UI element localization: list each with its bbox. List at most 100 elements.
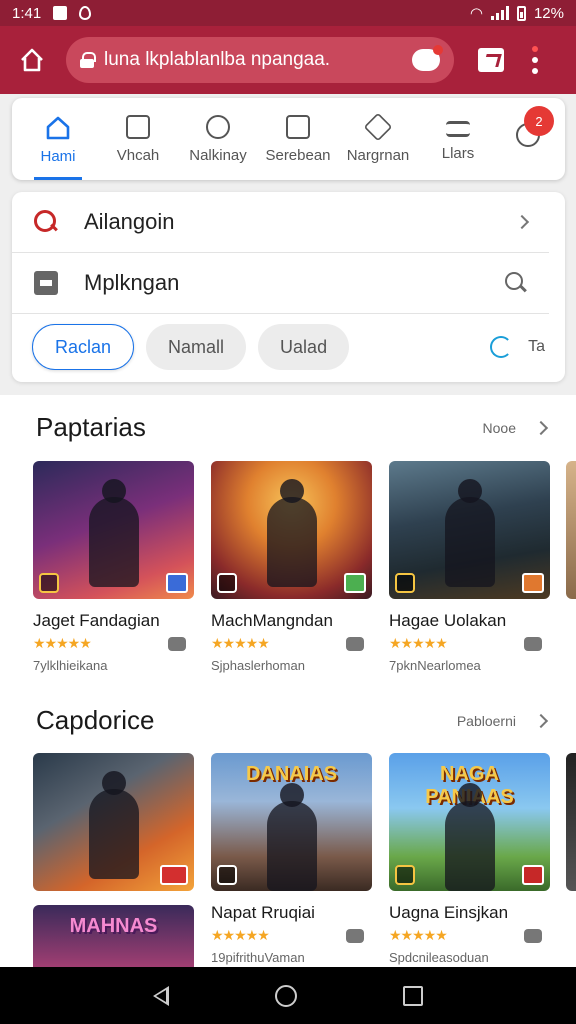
section-header: Paptarias Nooe — [36, 412, 549, 443]
tab-label: Serebean — [265, 146, 331, 164]
suggestion-label: Ailangoin — [84, 209, 175, 234]
game-subtitle: Sjphaslerhoman — [211, 658, 305, 673]
camera-icon — [346, 928, 364, 943]
chip-tail-text: Ta — [528, 338, 545, 355]
status-time: 1:41 — [12, 4, 42, 22]
game-thumbnail — [211, 461, 372, 599]
star-rating: ★★★★★ — [389, 927, 448, 943]
game-logo-art: MAHNAS — [69, 915, 158, 937]
search-panel: Ailangoin Mplkngan Raclan Namall Ualad T… — [12, 192, 565, 382]
notification-icon — [53, 6, 68, 20]
game-badge-icon — [217, 865, 237, 885]
game-thumbnail — [389, 461, 550, 599]
game-title: Uagna Einsjkan — [389, 903, 509, 922]
tab-label: Nalkinay — [189, 146, 247, 164]
tab-label: Hami — [40, 147, 76, 165]
game-subtitle: 19pifrithuVaman — [211, 950, 305, 965]
battery-icon — [516, 5, 526, 21]
star-rating: ★★★★★ — [211, 927, 270, 943]
see-more-link[interactable]: Nooe — [483, 420, 516, 436]
game-thumbnail-peek[interactable] — [566, 461, 576, 599]
platform-badge-icon — [522, 573, 544, 593]
game-title: Hagae Uolakan — [389, 611, 507, 630]
camera-icon — [168, 636, 186, 651]
tabs-button[interactable] — [478, 48, 504, 72]
home-icon — [21, 48, 43, 72]
chip-filter[interactable]: Namall — [146, 324, 247, 370]
game-subtitle: Spdcnileasoduan — [389, 950, 489, 965]
game-badge-icon — [39, 573, 59, 593]
game-subtitle: 7ylklhieikana — [33, 658, 108, 673]
game-thumbnail: NAGA PANIAAS — [389, 753, 550, 891]
browser-toolbar: luna lkplablanlba npangaa. — [0, 26, 576, 94]
tab-category-2[interactable]: Vhcah — [98, 98, 178, 180]
page-action-icon[interactable] — [412, 45, 443, 71]
home-circle-icon[interactable] — [275, 984, 297, 1007]
platform-badge-icon — [344, 573, 366, 593]
recent-apps-icon[interactable] — [403, 985, 423, 1006]
platform-badge-icon — [166, 573, 188, 593]
wifi-icon: ◠ — [469, 5, 483, 22]
chevron-right-icon[interactable] — [533, 420, 549, 435]
game-title: Jaget Fandagian — [33, 611, 160, 630]
game-thumbnail: DANAIAS — [211, 753, 372, 891]
home-button[interactable] — [12, 40, 52, 80]
status-bar: 1:41 ◠ 12% — [0, 0, 576, 26]
game-thumbnail — [33, 461, 194, 599]
tab-category-3[interactable]: Nalkinay — [178, 98, 258, 180]
game-card[interactable]: Hagae Uolakan ★★★★★ 7pknNearlomea — [389, 461, 550, 673]
search-icon — [34, 210, 58, 234]
chevron-right-icon[interactable] — [533, 713, 549, 728]
filter-chips: Raclan Namall Ualad Ta — [12, 314, 565, 370]
circle-icon — [206, 114, 230, 139]
back-icon[interactable] — [153, 985, 169, 1006]
section-title: Capdorice — [36, 705, 155, 735]
overflow-menu-button[interactable] — [532, 46, 538, 74]
section-header: Capdorice Pabloerni — [36, 705, 549, 736]
character-art — [88, 479, 139, 587]
camera-icon — [524, 636, 542, 651]
address-bar[interactable]: luna lkplablanlba npangaa. — [66, 37, 454, 83]
tab-category-5[interactable]: Nargrnan — [338, 98, 418, 180]
character-art — [266, 479, 317, 587]
game-card[interactable]: Jaget Fandagian ★★★★★ 7ylklhieikana — [33, 461, 194, 673]
game-subtitle: 7pknNearlomea — [389, 658, 481, 673]
tab-home[interactable]: Hami — [18, 98, 98, 180]
game-card[interactable]: MAHNAS — [33, 753, 194, 967]
search-suggestion-row[interactable]: Ailangoin — [12, 192, 549, 253]
clipboard-icon — [34, 271, 58, 295]
window-icon — [286, 114, 310, 139]
tab-label: Nargrnan — [346, 146, 410, 164]
tab-category-7[interactable]: 2 — [498, 98, 558, 180]
system-nav-bar — [0, 967, 576, 1024]
character-art — [88, 771, 139, 879]
game-card[interactable]: DANAIAS Napat Rruqiai ★★★★★ 19pifrithuVa… — [211, 753, 372, 967]
game-badge-icon — [395, 573, 415, 593]
chip-filter[interactable]: Ualad — [258, 324, 350, 370]
camera-icon — [524, 928, 542, 943]
platform-badge-icon — [522, 865, 544, 885]
tab-label: Llars — [441, 144, 475, 162]
refresh-icon[interactable] — [490, 336, 513, 358]
game-thumbnail: MAHNAS — [33, 905, 194, 967]
character-art — [444, 783, 495, 891]
game-thumbnail-peek[interactable] — [566, 753, 576, 891]
tab-category-6[interactable]: Llars — [418, 98, 498, 180]
chip-filter[interactable]: Raclan — [32, 324, 135, 370]
square-icon — [126, 114, 150, 139]
battery-level: 12% — [533, 4, 564, 22]
see-more-link[interactable]: Pabloerni — [457, 713, 516, 729]
game-badge-icon — [217, 573, 237, 593]
category-tabs: Hami Vhcah Nalkinay Serebean Nargrnan Ll… — [12, 98, 565, 180]
search-input-row[interactable]: Mplkngan — [12, 253, 549, 314]
url-text: luna lkplablanlba npangaa. — [104, 49, 331, 70]
game-card[interactable]: MachMangndan ★★★★★ Sjphaslerhoman — [211, 461, 372, 673]
search-input-label: Mplkngan — [84, 270, 180, 295]
game-title: Napat Rruqiai — [211, 903, 315, 922]
section-title: Paptarias — [36, 412, 146, 442]
tab-category-4[interactable]: Serebean — [258, 98, 338, 180]
search-icon[interactable] — [505, 272, 527, 294]
game-card[interactable]: NAGA PANIAAS Uagna Einsjkan ★★★★★ Spdcni… — [389, 753, 550, 967]
signal-icon — [490, 6, 509, 20]
notification-badge: 2 — [524, 106, 554, 136]
